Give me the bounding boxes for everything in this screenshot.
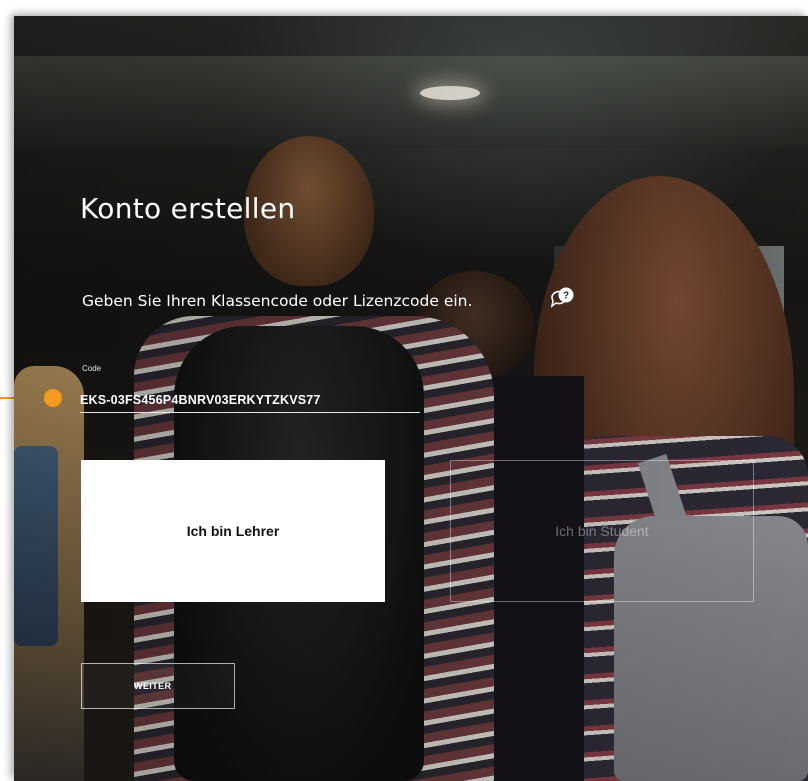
page-title: Konto erstellen: [80, 192, 296, 225]
student-role-label: Ich bin Student: [555, 523, 649, 539]
annotation-callout-dot: [44, 389, 62, 407]
student-role-button[interactable]: Ich bin Student: [450, 460, 754, 602]
next-button[interactable]: WEITER: [81, 663, 235, 709]
code-input[interactable]: [80, 388, 420, 413]
help-bubble-icon[interactable]: ?: [550, 286, 576, 308]
teacher-role-label: Ich bin Lehrer: [186, 523, 280, 539]
code-instruction-text: Geben Sie Ihren Klassencode oder Lizenzc…: [82, 292, 473, 310]
svg-text:?: ?: [563, 291, 569, 302]
next-button-label: WEITER: [134, 681, 172, 691]
signup-screen: Konto erstellen Geben Sie Ihren Klassenc…: [14, 16, 808, 781]
teacher-role-button[interactable]: Ich bin Lehrer: [81, 460, 385, 602]
code-field-label: Code: [82, 364, 102, 373]
